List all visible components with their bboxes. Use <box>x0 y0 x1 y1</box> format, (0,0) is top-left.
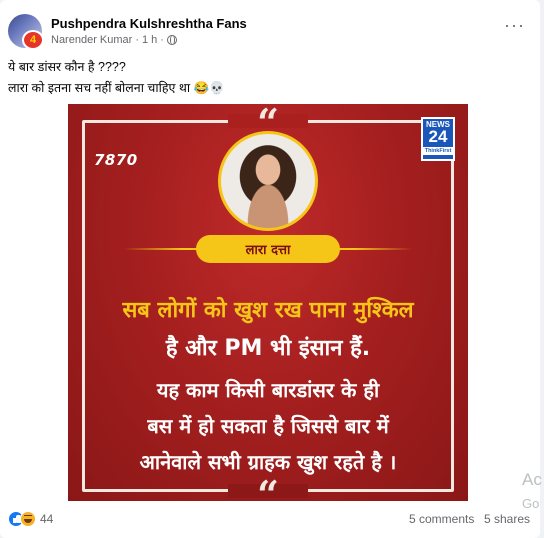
portrait-photo <box>221 134 315 228</box>
shares-link[interactable]: 5 shares <box>484 512 530 526</box>
meta-separator: · <box>135 34 139 46</box>
post-text-line-2: लारा को इतना सच नहीं बोलना चाहिए था 😂💀 <box>8 81 225 95</box>
quote-line-1: सब लोगों को खुश रख पाना मुश्किल <box>122 298 414 323</box>
more-icon[interactable]: ··· <box>504 16 525 34</box>
meta-separator-2: · <box>160 34 164 46</box>
comments-link[interactable]: 5 comments <box>409 512 474 526</box>
quote-line-2: है और PM भी इंसान हैं. <box>68 332 468 362</box>
avatar-badge: 4 <box>22 30 44 50</box>
quote-line-4: बस में हो सकता है जिससे बार में <box>147 414 389 438</box>
author-name[interactable]: Narender Kumar <box>51 34 132 46</box>
watermark-line-1: Ac <box>522 470 542 489</box>
quote-mark-bottom: “ <box>257 472 279 502</box>
quote-line-2-text: है और PM भी इंसान हैं. <box>165 336 371 361</box>
image-code: 7870 <box>94 151 138 169</box>
quote-line-3: यह काम किसी बारडांसर के ही <box>156 378 380 402</box>
post-time[interactable]: 1 h <box>142 34 157 46</box>
post-card: 4 Pushpendra Kulshreshtha Fans Narender … <box>0 0 542 538</box>
reactions-summary[interactable]: 44 <box>8 511 53 527</box>
news24-logo: NEWS 24 ThinkFirst <box>421 117 455 161</box>
post-text-line-1: ये बार डांसर कौन है ???? <box>8 60 126 74</box>
globe-icon <box>166 35 177 45</box>
group-name[interactable]: Pushpendra Kulshreshtha Fans <box>51 16 247 31</box>
quote-line-5: आनेवाले सभी ग्राहक खुश रहते है । <box>139 450 397 474</box>
portrait-ring <box>218 131 318 231</box>
post-footer: 44 5 comments 5 shares <box>8 508 536 530</box>
post-meta: Narender Kumar · 1 h · <box>51 34 177 46</box>
name-label: लारा दत्ता <box>196 235 340 263</box>
post-header: 4 Pushpendra Kulshreshtha Fans Narender … <box>8 14 533 50</box>
haha-icon <box>20 511 36 527</box>
logo-line-3: ThinkFirst <box>423 147 453 155</box>
reaction-count: 44 <box>40 512 54 526</box>
logo-line-2: 24 <box>428 127 448 146</box>
post-text: ये बार डांसर कौन है ???? लारा को इतना सच… <box>8 57 225 99</box>
post-image[interactable]: “ 7870 NEWS 24 ThinkFirst लारा दत्ता सब … <box>68 104 468 501</box>
